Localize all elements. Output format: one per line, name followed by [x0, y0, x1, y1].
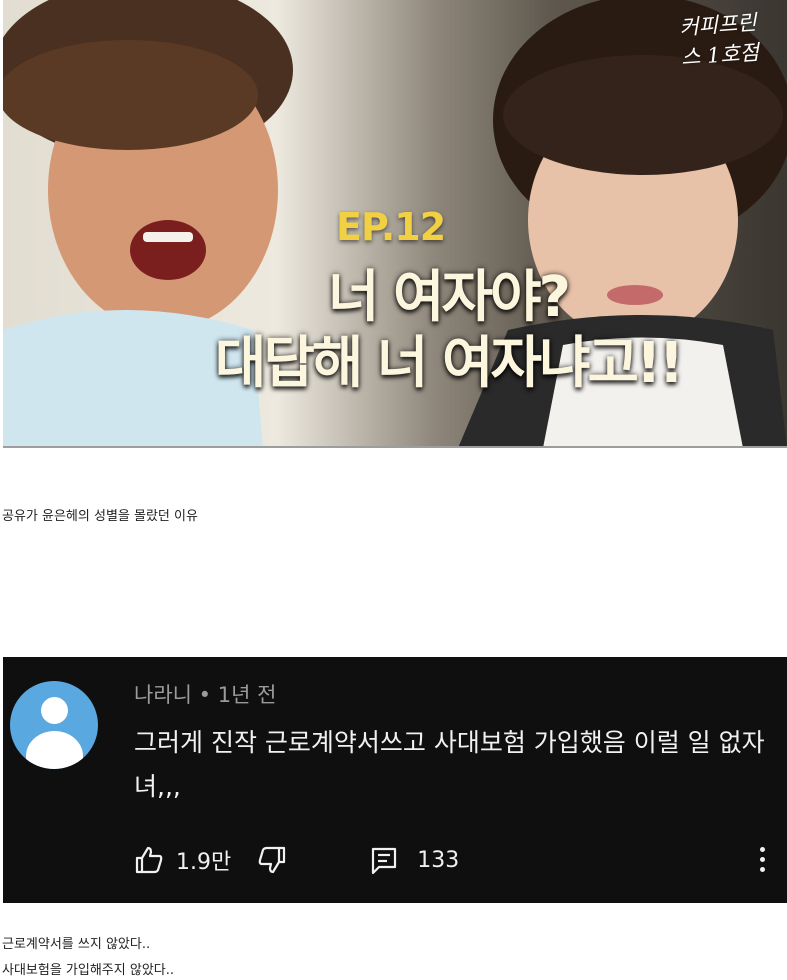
thumbs-down-icon[interactable] — [257, 845, 287, 875]
like-count: 1.9만 — [176, 850, 232, 875]
comment-time: 1년 전 — [217, 683, 277, 707]
thumbnail-headline: 너 여자야? 대답해 너 여자냐고!! — [188, 265, 708, 397]
post-caption: 공유가 윤은헤의 성별을 몰랐던 이유 — [2, 509, 198, 524]
comment-card: 나라니 • 1년 전 그러게 진작 근로계약서쓰고 사대보험 가입했음 이럴 일… — [3, 657, 787, 903]
thumbnail-divider — [3, 446, 787, 448]
post-caption-line: 근로계약서를 쓰지 않았다.. — [2, 937, 151, 952]
meta-separator: • — [198, 683, 212, 707]
comment-meta: 나라니 • 1년 전 — [134, 679, 276, 709]
brand-watermark: 커피프린스 1호점 — [678, 10, 760, 70]
comment-actions: 1.9만 133 — [134, 843, 459, 877]
reply-icon[interactable] — [369, 845, 399, 875]
post-caption-line: 사대보험을 가입해주지 않았다.. — [2, 963, 175, 978]
thumbs-up-icon[interactable] — [134, 845, 164, 875]
video-thumbnail: 커피프린스 1호점 EP.12 너 여자야? 대답해 너 여자냐고!! — [3, 0, 787, 448]
avatar-icon[interactable] — [10, 681, 98, 769]
comment-text: 그러게 진작 근로계약서쓰고 사대보험 가입했음 이럴 일 없자녀,,, — [134, 728, 765, 801]
episode-label: EP.12 — [336, 205, 446, 249]
headline-line: 너 여자야? — [327, 265, 571, 330]
reply-count: 133 — [417, 847, 460, 873]
avatar-body — [26, 731, 83, 769]
more-vert-icon[interactable] — [757, 847, 767, 877]
comment-author[interactable]: 나라니 — [134, 683, 192, 707]
avatar-head — [41, 697, 68, 724]
headline-line: 대답해 너 여자냐고!! — [214, 331, 684, 396]
